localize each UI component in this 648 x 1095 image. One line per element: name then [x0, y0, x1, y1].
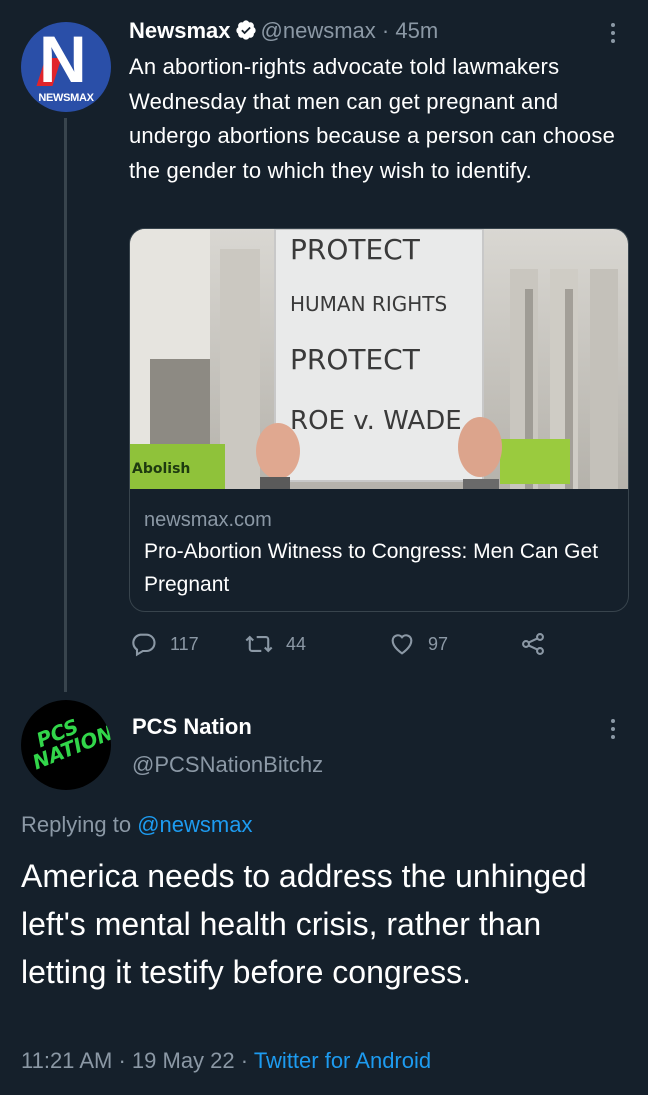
reply-count: 117 — [170, 633, 199, 654]
like-count: 97 — [428, 633, 449, 654]
avatar-wordmark: NEWSMAX — [38, 92, 94, 104]
green-sign-text: Abolish — [132, 461, 190, 477]
replying-to-line: Replying to @newsmax — [21, 812, 252, 838]
tweet2-meta: 11:21 AM · 19 May 22 · Twitter for Andro… — [21, 1048, 431, 1074]
avatar-logo-text: PCS NATION — [23, 705, 111, 774]
card-image: PROTECT HUMAN RIGHTS PROTECT ROE v. WADE… — [130, 229, 628, 489]
newsmax-avatar[interactable]: N NEWSMAX — [21, 22, 111, 112]
tweet2-text: America needs to address the unhinged le… — [21, 858, 587, 990]
card-title: Pro-Abortion Witness to Congress: Men Ca… — [144, 540, 599, 596]
author-handle[interactable]: @newsmax — [261, 18, 376, 43]
card-domain: newsmax.com — [144, 509, 272, 531]
like-icon — [388, 630, 416, 658]
retweet-count: 44 — [286, 633, 307, 654]
verified-badge-icon — [235, 19, 257, 47]
share-button[interactable] — [518, 630, 548, 658]
tweet1-action-bar: 117 44 97 — [130, 630, 570, 664]
reply-button[interactable]: 117 — [130, 630, 199, 658]
tweet-date[interactable]: 19 May 22 — [132, 1048, 235, 1073]
sign-line-4: ROE v. WADE — [290, 406, 462, 436]
link-card[interactable]: PROTECT HUMAN RIGHTS PROTECT ROE v. WADE… — [129, 228, 629, 612]
tweet1-text: An abortion-rights advocate told lawmake… — [129, 54, 616, 183]
sign-line-3: PROTECT — [290, 343, 421, 376]
author-handle[interactable]: @PCSNationBitchz — [132, 752, 323, 778]
avatar-letter: N — [39, 22, 87, 96]
tweet1-header: Newsmax @newsmax · 45m — [129, 18, 438, 47]
meta-separator: · — [240, 1048, 249, 1073]
sign-line-2: HUMAN RIGHTS — [290, 292, 447, 316]
more-options-icon[interactable] — [598, 18, 628, 48]
tweet-source-link[interactable]: Twitter for Android — [254, 1048, 431, 1073]
like-button[interactable]: 97 — [388, 630, 448, 658]
pcs-nation-avatar[interactable]: PCS NATION — [21, 700, 111, 790]
retweet-icon — [244, 630, 274, 658]
replying-prefix: Replying to — [21, 812, 132, 837]
retweet-button[interactable]: 44 — [244, 630, 306, 658]
reply-icon — [130, 630, 158, 658]
tweet-time[interactable]: 11:21 AM — [21, 1048, 112, 1073]
sign-line-1: PROTECT — [290, 233, 421, 266]
tweet-time[interactable]: 45m — [395, 18, 438, 43]
replying-to-link[interactable]: @newsmax — [137, 812, 252, 837]
share-icon — [518, 630, 548, 658]
author-name[interactable]: PCS Nation — [132, 714, 252, 740]
meta-separator: · — [118, 1048, 126, 1073]
author-name[interactable]: Newsmax — [129, 18, 231, 43]
thread-connector-line — [64, 118, 67, 692]
more-options-icon[interactable] — [598, 714, 628, 744]
